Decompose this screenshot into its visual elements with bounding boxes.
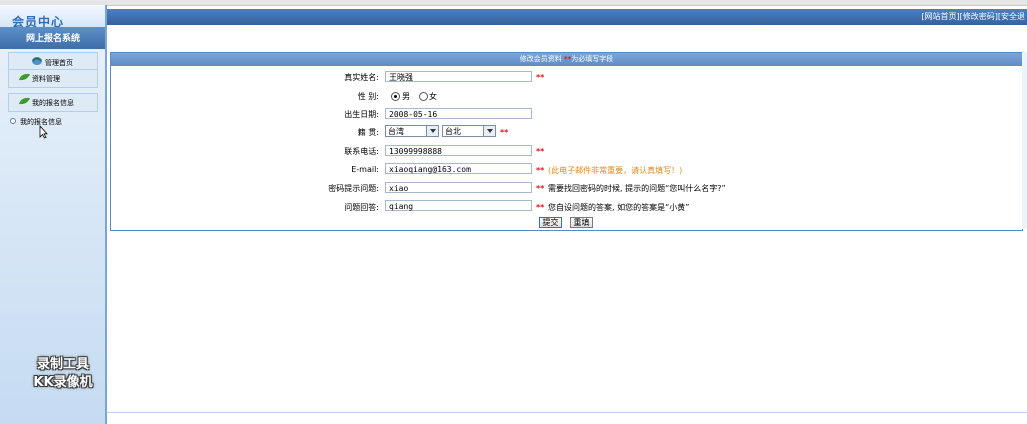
required-mark: ** [536,147,545,156]
logo-bar: 会员中心 [0,5,105,29]
question-note: 需要找回密码的时候, 提示的问题“您叫什么名字?” [548,184,726,193]
link-site-home[interactable]: [网站首页] [921,12,959,21]
top-links: [网站首页][修改密码][安全退 [921,11,1025,22]
required-mark: ** [500,128,509,137]
sidebar-item-label: 资料管理 [32,75,60,83]
sidebar-item-registration[interactable]: 我的报名信息 [8,93,98,112]
watermark-line: 录制工具 [36,357,89,372]
browser-toolbar-strip [0,0,1027,6]
form-header-title: 修改会员资料 [519,55,562,63]
required-mark: ** [536,184,545,193]
reset-button[interactable]: 重填 [570,217,593,228]
answer-note: 您自设问题的答案, 如您的答案是“小黄” [548,203,690,212]
answer-label: 问题回答: [344,203,379,212]
watermark-line: KK录像机 [33,375,93,390]
recorder-watermark: 录制工具 KK录像机 [16,356,110,392]
gender-male-label: 男 [402,92,410,101]
question-label: 密码提示问题: [328,184,379,193]
realname-input[interactable]: 王晓强 [385,71,532,82]
birthday-label: 出生日期: [344,110,379,119]
link-logout[interactable]: [安全退 [998,12,1025,21]
birthday-input[interactable]: 2008-05-16 [385,108,532,119]
gender-male-radio[interactable] [391,92,400,101]
email-label: E-mail: [351,165,379,174]
phone-label: 联系电话: [344,147,379,156]
sidebar-item-label: 我的报名信息 [32,99,74,107]
leaf-icon [19,97,30,105]
edit-member-form: 修改会员资料 **为必填写字段 真实姓名: 王晓强 ** 性 别: 男 女 出生… [110,52,1023,231]
chevron-down-icon [426,126,438,136]
bottom-divider [107,412,1027,413]
form-header-note: 为必填写字段 [571,55,614,63]
required-mark: ** [536,73,545,82]
email-input[interactable]: xiaoqiang@163.com [385,163,532,174]
mouse-cursor-icon [39,125,48,139]
city-select[interactable]: 台北 [442,125,496,137]
city-value: 台北 [445,127,461,136]
form-header: 修改会员资料 **为必填写字段 [111,53,1022,66]
realname-label: 真实姓名: [344,73,379,82]
bullet-icon [10,118,16,124]
chevron-down-icon [483,126,495,136]
required-mark: ** [536,203,545,212]
scrollbar[interactable] [1022,52,1027,229]
link-change-password[interactable]: [修改密码] [960,12,998,21]
province-value: 台湾 [388,127,404,136]
native-place-label: 籍 贯: [357,128,379,137]
system-title: 网上报名系统 [26,34,81,44]
home-globe-icon [32,57,42,65]
sidebar-item-home[interactable]: 管理首页 [8,52,98,70]
province-select[interactable]: 台湾 [385,125,439,137]
question-input[interactable]: xiao [385,182,532,193]
gender-female-label: 女 [429,92,437,101]
gender-label: 性 别: [357,92,379,101]
top-navigation-bar: [网站首页][修改密码][安全退 [107,9,1027,25]
gender-female-radio[interactable] [419,92,428,101]
required-mark: ** [536,166,545,175]
answer-input[interactable]: qiang [385,200,532,211]
leaf-icon [19,73,30,81]
email-note: (此电子邮件非常重要，请认真填写！) [548,166,683,175]
submit-button[interactable]: 提交 [539,217,562,228]
sidebar-item-label: 管理首页 [45,59,73,67]
sidebar-item-profile[interactable]: 资料管理 [8,69,98,88]
phone-input[interactable]: 13099998888 [385,145,532,156]
